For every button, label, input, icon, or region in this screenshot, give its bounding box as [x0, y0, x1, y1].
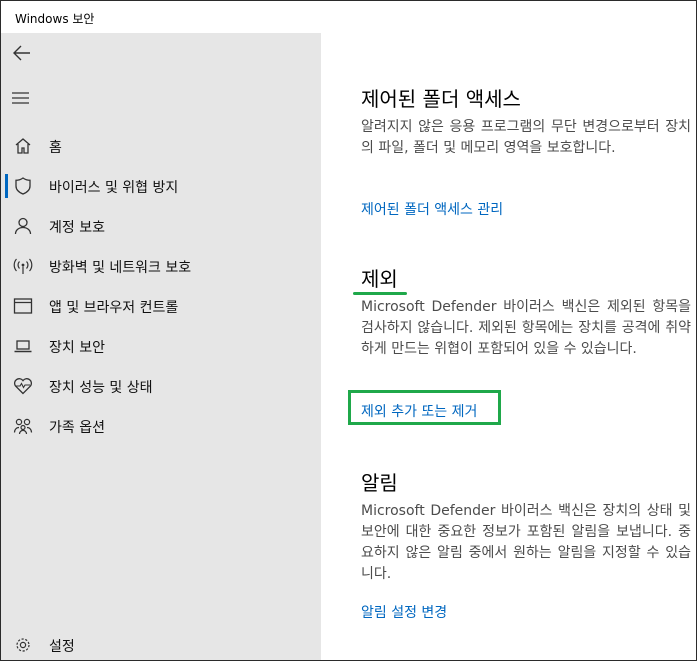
notifications-description: Microsoft Defender 바이러스 백신은 장치의 상태 및 보안에…: [361, 503, 691, 582]
sidebar-item-home[interactable]: 홈: [1, 126, 321, 166]
app-window-icon: [13, 297, 33, 315]
laptop-icon: [13, 337, 33, 355]
window-title: Windows 보안: [15, 12, 95, 26]
exclusions-heading: 제외: [361, 267, 398, 291]
selection-indicator: [5, 174, 8, 198]
back-arrow-icon[interactable]: [12, 44, 32, 62]
sidebar-item-firewall[interactable]: 방화벽 및 네트워크 보호: [1, 246, 321, 286]
family-icon: [13, 417, 33, 435]
controlled-folder-description: 알려지지 않은 응용 프로그램의 무단 변경으로부터 장치의 파일, 폴더 및 …: [361, 119, 691, 156]
main-content: 제어된 폴더 액세스 알려지지 않은 응용 프로그램의 무단 변경으로부터 장치…: [321, 33, 696, 660]
manage-controlled-folder-link[interactable]: 제어된 폴더 액세스 관리: [361, 199, 503, 219]
heart-pulse-icon: [13, 377, 33, 395]
person-icon: [13, 217, 33, 235]
home-icon: [13, 137, 33, 155]
change-notification-settings-link[interactable]: 알림 설정 변경: [361, 602, 447, 622]
sidebar-item-label: 가족 옵션: [49, 420, 105, 436]
notifications-heading: 알림: [361, 471, 398, 495]
sidebar-item-label: 방화벽 및 네트워크 보호: [49, 260, 192, 276]
sidebar-item-label: 설정: [49, 639, 75, 655]
title-bar: Windows 보안: [1, 1, 696, 33]
sidebar-item-device-performance[interactable]: 장치 성능 및 상태: [1, 366, 321, 406]
sidebar-item-label: 홈: [49, 140, 62, 156]
exclusions-description: Microsoft Defender 바이러스 백신은 제외된 항목을 검사하지…: [361, 299, 691, 357]
sidebar: 홈 바이러스 및 위협 방지 계정 보호 방화벽 및 네트워크 보호 앱 및 브…: [1, 33, 321, 660]
sidebar-item-settings[interactable]: 설정: [1, 625, 321, 665]
shield-icon: [13, 177, 33, 195]
gear-icon: [13, 636, 33, 654]
sidebar-item-app-browser-control[interactable]: 앱 및 브라우저 컨트롤: [1, 286, 321, 326]
sidebar-item-family-options[interactable]: 가족 옵션: [1, 406, 321, 446]
sidebar-item-label: 앱 및 브라우저 컨트롤: [49, 300, 179, 316]
sidebar-item-label: 계정 보호: [49, 220, 105, 236]
heading-highlight-underline: [353, 292, 407, 295]
sidebar-item-label: 장치 성능 및 상태: [49, 380, 153, 396]
wifi-antenna-icon: [13, 257, 33, 275]
sidebar-item-label: 장치 보안: [49, 340, 105, 356]
controlled-folder-heading: 제어된 폴더 액세스: [361, 87, 521, 111]
add-remove-exclusions-link[interactable]: 제외 추가 또는 제거: [361, 401, 477, 421]
sidebar-item-label: 바이러스 및 위협 방지: [49, 180, 179, 196]
hamburger-menu-icon[interactable]: [12, 91, 30, 105]
sidebar-item-device-security[interactable]: 장치 보안: [1, 326, 321, 366]
sidebar-item-account-protection[interactable]: 계정 보호: [1, 206, 321, 246]
sidebar-item-virus-protection[interactable]: 바이러스 및 위협 방지: [1, 166, 321, 206]
